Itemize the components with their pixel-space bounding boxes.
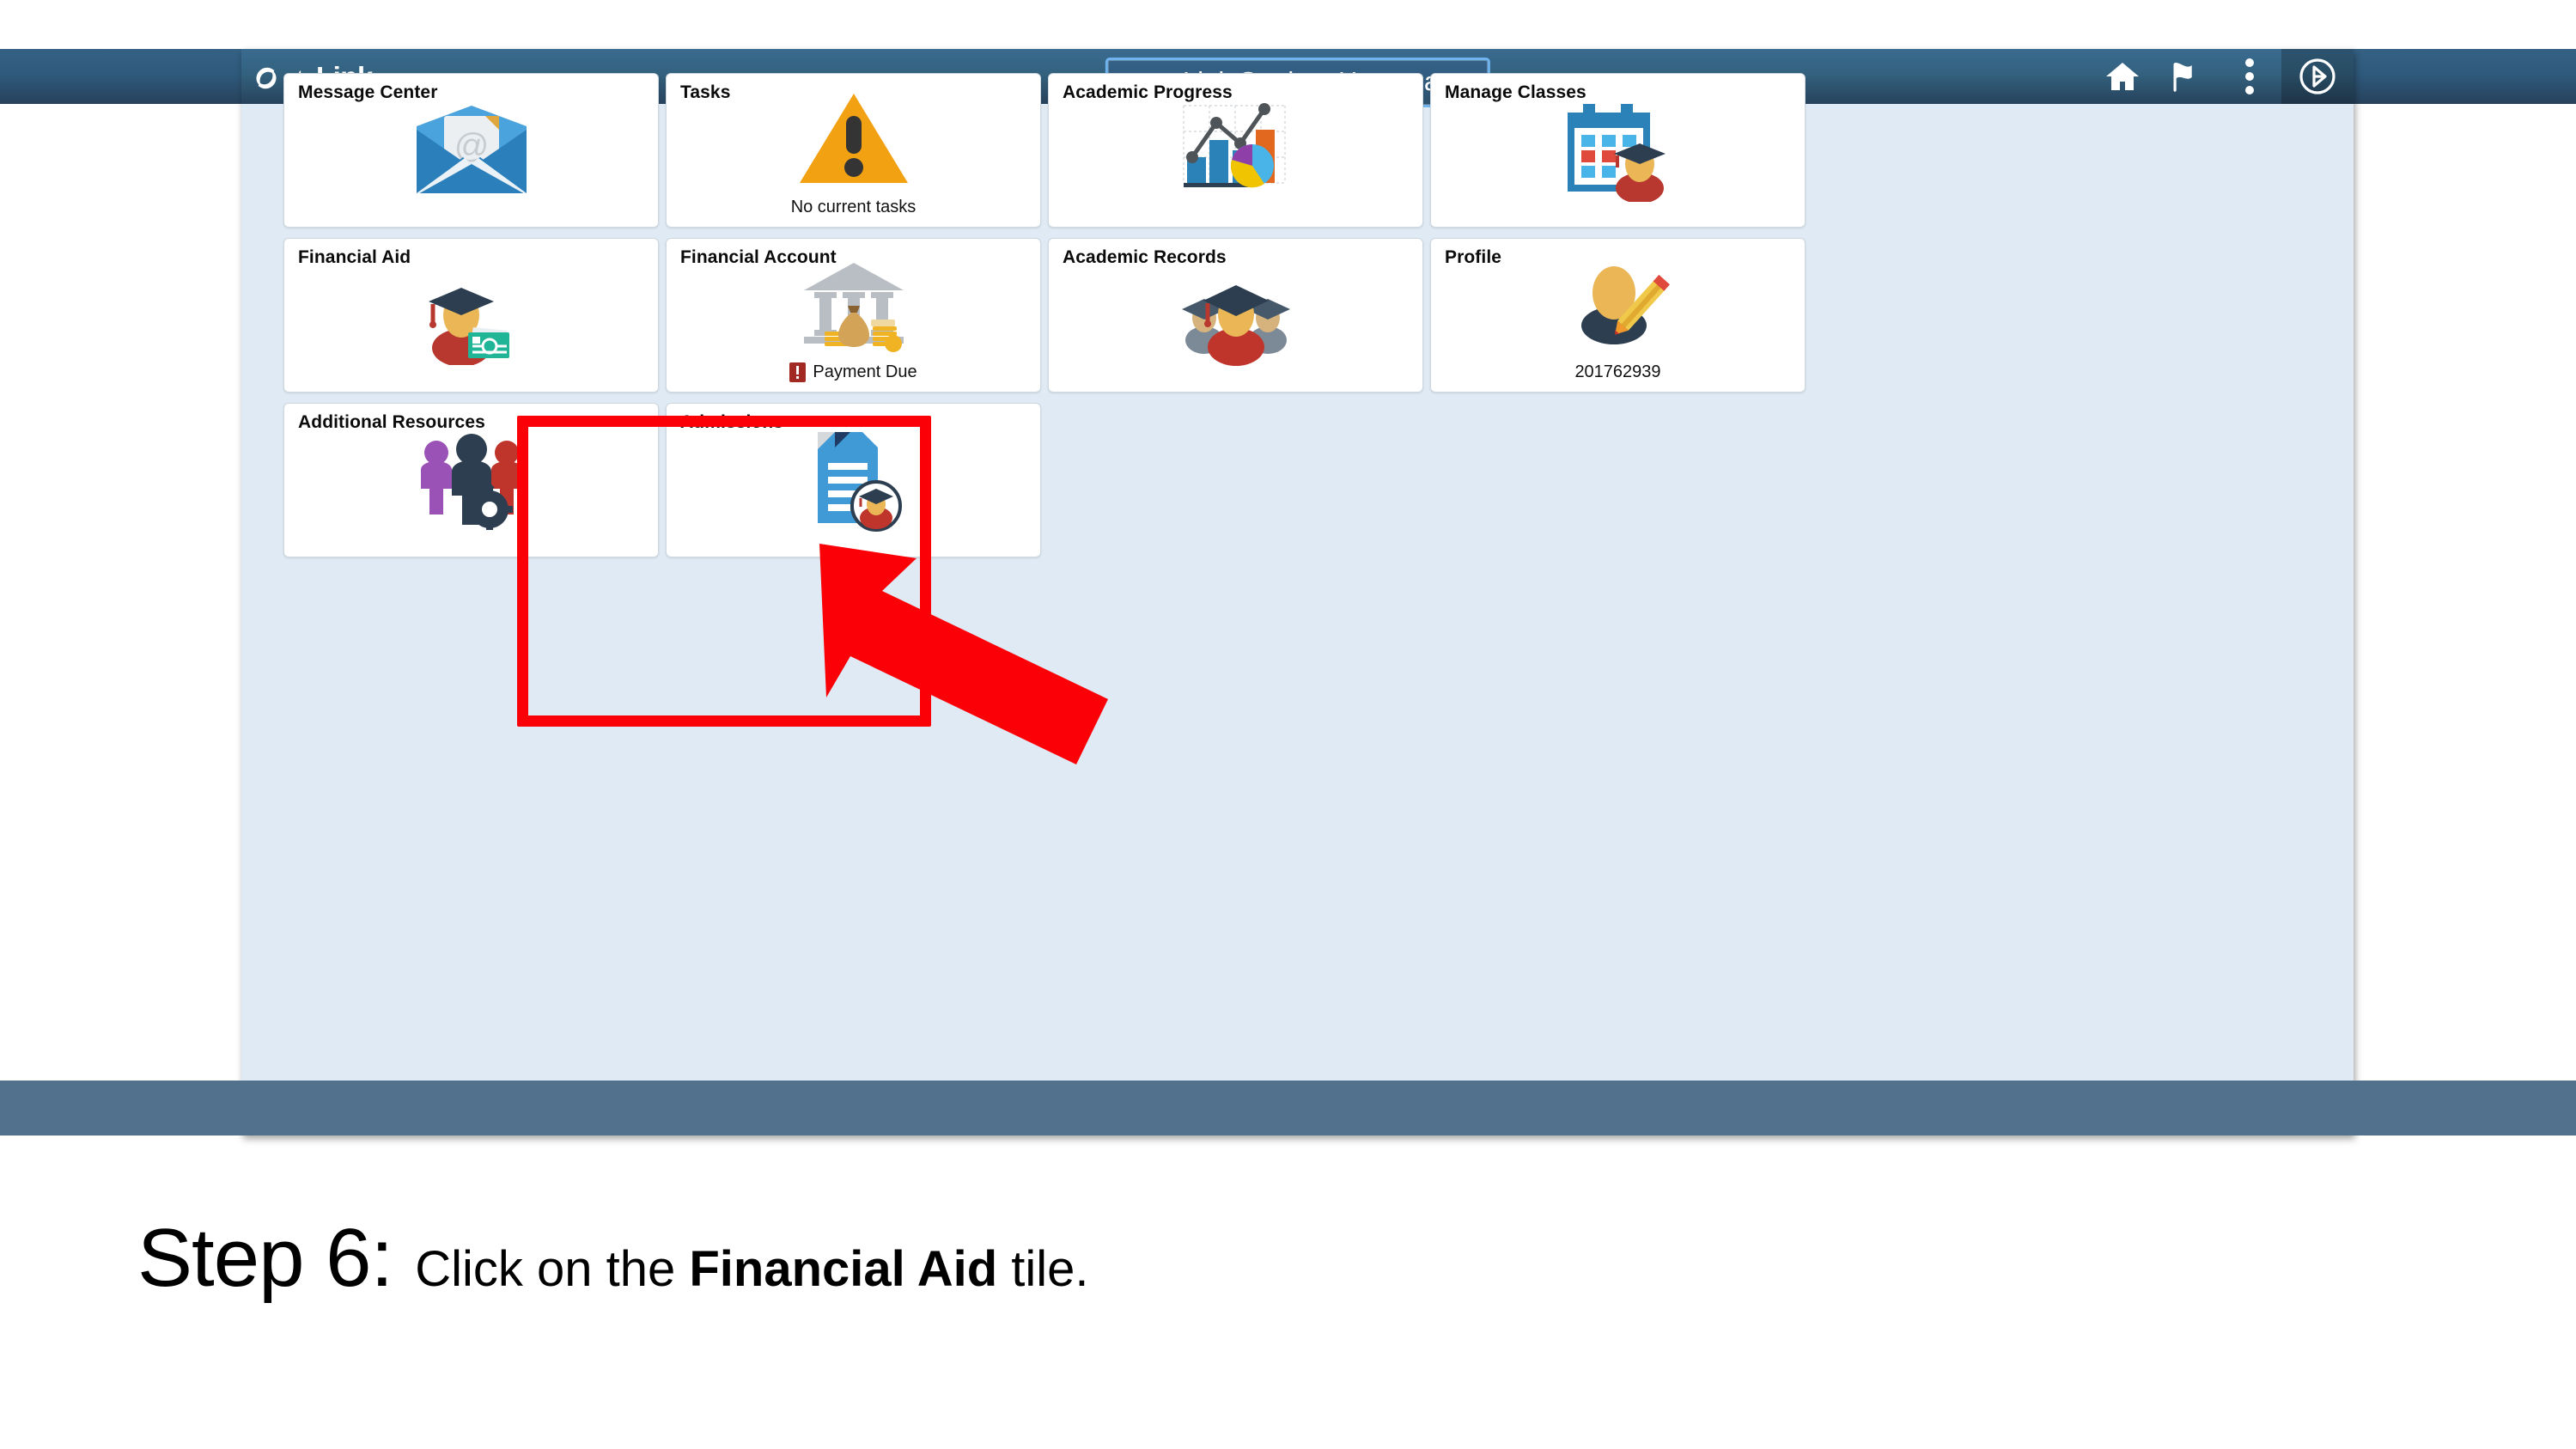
tile-profile[interactable]: Profile 201762939: [1430, 238, 1806, 393]
tile-status: Payment Due: [667, 362, 1040, 382]
ctclink-app-window: ctcLink ctcLink Student Homepage: [0, 49, 2576, 1135]
tile-status-text: No current tasks: [790, 198, 917, 216]
calendar-graduate-icon: [1431, 74, 1805, 227]
tile-admissions[interactable]: Admissions: [666, 403, 1041, 557]
caption-emphasis: Financial Aid: [689, 1241, 998, 1297]
caption-after: tile.: [997, 1241, 1089, 1297]
document-graduate-icon: [667, 404, 1040, 557]
footer-background-band: [0, 1081, 2576, 1135]
homepage-tile-grid: Message Center @ Tasks No current tasks …: [283, 73, 2285, 557]
tile-academic-records[interactable]: Academic Records: [1048, 238, 1423, 393]
screenshot-canvas: ctcLink ctcLink Student Homepage: [0, 0, 2576, 1449]
alert-icon: [789, 362, 807, 382]
browser-content-panel: ctcLink ctcLink Student Homepage: [241, 49, 2354, 1135]
caption-body: Click on the Financial Aid tile.: [415, 1240, 1088, 1298]
tile-status-text: Payment Due: [813, 362, 917, 381]
ctclink-swirl-logo-icon: [252, 64, 281, 93]
people-gear-icon: [284, 404, 658, 557]
tile-status: 201762939: [1431, 362, 1805, 382]
tile-financial-account[interactable]: Financial Account Payment Due: [666, 238, 1041, 393]
tile-financial-aid[interactable]: Financial Aid: [283, 238, 659, 393]
navbar-button[interactable]: [2281, 49, 2354, 104]
graduates-group-icon: [1049, 239, 1422, 392]
tile-tasks[interactable]: Tasks No current tasks: [666, 73, 1041, 228]
compass-navigator-icon: [2297, 56, 2338, 97]
caption-before: Click on the: [415, 1241, 690, 1297]
tile-additional-resources[interactable]: Additional Resources: [283, 403, 659, 557]
instruction-caption: Step 6: Click on the Financial Aid tile.: [137, 1211, 1089, 1306]
tile-message-center[interactable]: Message Center @: [283, 73, 659, 228]
tile-academic-progress[interactable]: Academic Progress: [1048, 73, 1423, 228]
graduate-money-icon: [284, 239, 658, 392]
tile-manage-classes[interactable]: Manage Classes: [1430, 73, 1806, 228]
envelope-at-icon: @: [284, 74, 658, 227]
caption-step-label: Step 6:: [137, 1212, 393, 1304]
student-id-text: 201762939: [1574, 362, 1661, 381]
tile-status: No current tasks: [667, 198, 1040, 217]
bar-line-pie-chart-icon: [1049, 74, 1422, 227]
